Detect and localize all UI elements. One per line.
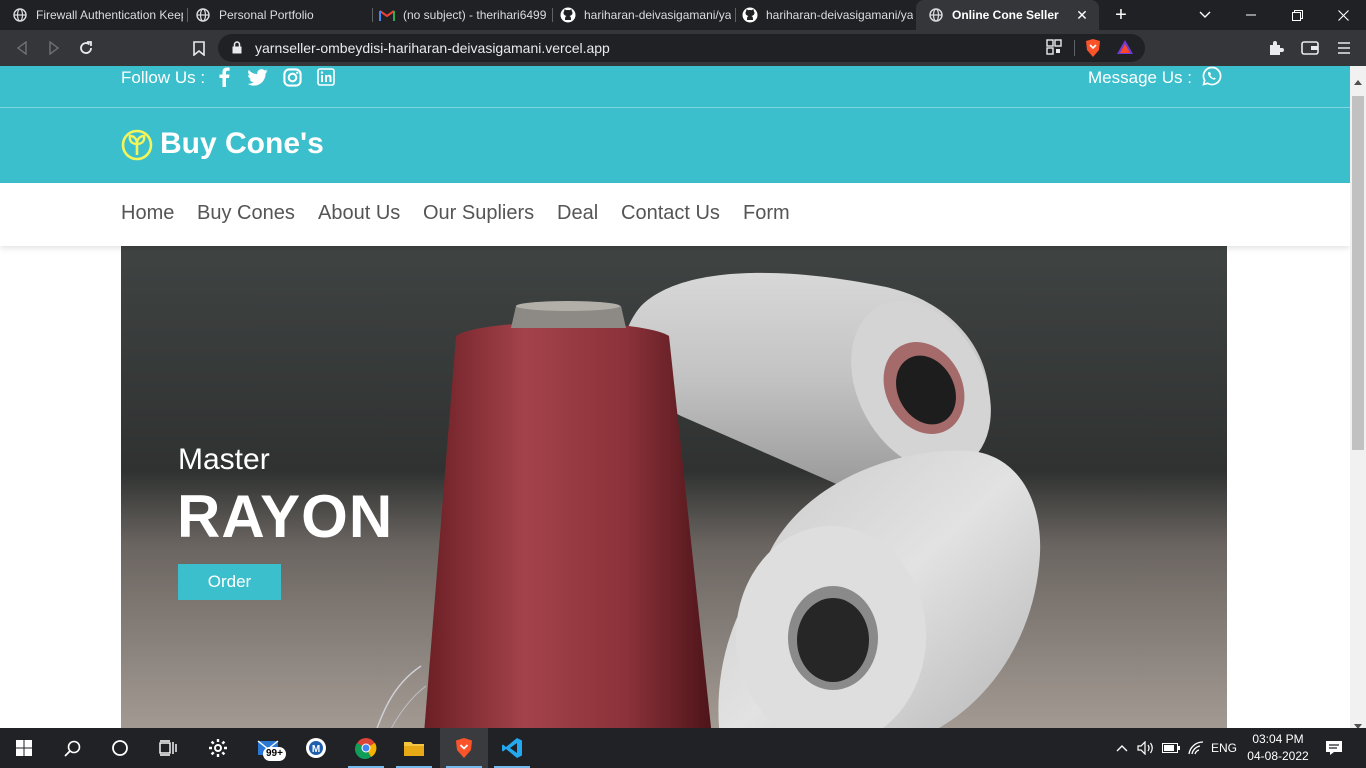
brave-shields-icon[interactable] (1084, 38, 1102, 63)
globe-icon (12, 7, 28, 23)
brand-name[interactable]: Buy Cone's (160, 127, 324, 161)
tab-title: Online Cone Seller (952, 8, 1059, 22)
globe-icon (195, 7, 211, 23)
windows-start-icon[interactable] (0, 728, 48, 768)
vscode-icon[interactable] (488, 728, 536, 768)
svg-text:M: M (312, 744, 320, 755)
mail-badge: 99+ (263, 747, 286, 761)
chrome-icon[interactable] (342, 728, 390, 768)
clock-time: 03:04 PM (1252, 732, 1304, 746)
tab-title: Firewall Authentication Keep (36, 8, 183, 22)
message-us-label: Message Us : (1088, 68, 1192, 87)
system-clock[interactable]: 03:04 PM 04-08-2022 (1240, 731, 1316, 765)
tab-firewall-authentication[interactable]: Firewall Authentication Keep (0, 0, 183, 30)
linkedin-icon[interactable] (315, 66, 337, 88)
notifications-icon[interactable] (1320, 728, 1348, 768)
nav-contact-us[interactable]: Contact Us (621, 202, 720, 225)
tab-title: Personal Portfolio (219, 8, 314, 22)
clock-date: 04-08-2022 (1247, 749, 1309, 763)
qr-code-icon[interactable] (1046, 39, 1062, 60)
plant-logo-icon[interactable] (121, 129, 153, 161)
settings-gear-icon[interactable] (194, 728, 242, 768)
windows-taskbar: 99+ M ENG 03:04 PM 04-08-2022 (0, 728, 1366, 768)
scroll-up-icon[interactable] (1354, 72, 1362, 90)
close-tab-icon[interactable]: ✕ (1073, 6, 1091, 24)
address-bar[interactable]: yarnseller-ombeydisi-hariharan-deivasiga… (218, 34, 1145, 62)
browser-toolbar: yarnseller-ombeydisi-hariharan-deivasiga… (0, 30, 1366, 66)
chevron-up-icon[interactable] (1114, 728, 1130, 768)
file-explorer-icon[interactable] (390, 728, 438, 768)
whatsapp-icon[interactable] (1202, 66, 1222, 86)
menu-icon[interactable] (1332, 36, 1356, 60)
order-button[interactable]: Order (178, 564, 281, 600)
instagram-icon[interactable] (281, 66, 303, 88)
scrollbar-thumb[interactable] (1352, 96, 1364, 450)
restore-icon[interactable] (1274, 0, 1320, 30)
github-icon (742, 7, 758, 23)
nav-deal[interactable]: Deal (557, 202, 598, 225)
tab-personal-portfolio[interactable]: Personal Portfolio (183, 0, 373, 30)
close-window-icon[interactable] (1320, 0, 1366, 30)
social-top-bar: Follow Us : Message Us : (0, 66, 1350, 108)
nav-buy-cones[interactable]: Buy Cones (197, 202, 295, 225)
task-view-icon[interactable] (144, 728, 192, 768)
nav-home[interactable]: Home (121, 202, 174, 225)
wallet-icon[interactable] (1298, 36, 1322, 60)
page-scrollbar[interactable] (1350, 66, 1366, 729)
omnibox-divider (1074, 40, 1075, 56)
hero-banner: Master RAYON Order (121, 246, 1227, 728)
browser-tab-strip: Firewall Authentication Keep Personal Po… (0, 0, 1366, 30)
facebook-icon[interactable] (213, 66, 235, 88)
github-icon (560, 7, 576, 23)
hero-title: RAYON (177, 483, 394, 550)
main-nav: Home Buy Cones About Us Our Supliers Dea… (0, 183, 1350, 246)
forward-icon[interactable] (42, 36, 66, 60)
tab-title: (no subject) - therihari6499 (403, 8, 547, 22)
reload-icon[interactable] (74, 36, 98, 60)
cortana-icon[interactable] (96, 728, 144, 768)
back-icon[interactable] (10, 36, 34, 60)
tab-title: hariharan-deivasigamani/ya (766, 8, 914, 22)
bookmark-icon[interactable] (187, 36, 211, 60)
tab-title: hariharan-deivasigamani/ya (584, 8, 731, 22)
tab-online-cone-seller[interactable]: Online Cone Seller ✕ (916, 0, 1099, 30)
url-text: yarnseller-ombeydisi-hariharan-deivasiga… (255, 40, 610, 56)
follow-us-label: Follow Us : (121, 68, 206, 87)
nav-form[interactable]: Form (743, 202, 790, 225)
app-m-icon[interactable]: M (292, 728, 340, 768)
wifi-icon[interactable] (1186, 728, 1206, 768)
web-page: Follow Us : Message Us : Buy Cone's Home… (0, 66, 1350, 728)
twitter-icon[interactable] (246, 66, 268, 88)
extensions-icon[interactable] (1264, 36, 1288, 60)
search-icon[interactable] (48, 728, 96, 768)
globe-icon (928, 7, 944, 23)
minimize-icon[interactable] (1228, 0, 1274, 30)
volume-icon[interactable] (1136, 728, 1156, 768)
tab-github-1[interactable]: hariharan-deivasigamani/ya (548, 0, 731, 30)
lock-icon (232, 41, 242, 59)
tab-github-2[interactable]: hariharan-deivasigamani/ya (730, 0, 915, 30)
brave-browser-icon[interactable] (440, 728, 488, 768)
tab-search-icon[interactable] (1182, 0, 1228, 30)
gmail-icon (379, 7, 395, 23)
battery-icon[interactable] (1161, 728, 1181, 768)
nav-about-us[interactable]: About Us (318, 202, 400, 225)
brand-bar: Buy Cone's (0, 108, 1350, 183)
hero-subtitle: Master (178, 443, 270, 476)
nav-our-supliers[interactable]: Our Supliers (423, 202, 534, 225)
new-tab-button[interactable]: + (1110, 4, 1132, 26)
input-language[interactable]: ENG (1208, 728, 1240, 768)
brave-rewards-icon[interactable] (1116, 39, 1134, 60)
tab-gmail[interactable]: (no subject) - therihari6499 (367, 0, 550, 30)
